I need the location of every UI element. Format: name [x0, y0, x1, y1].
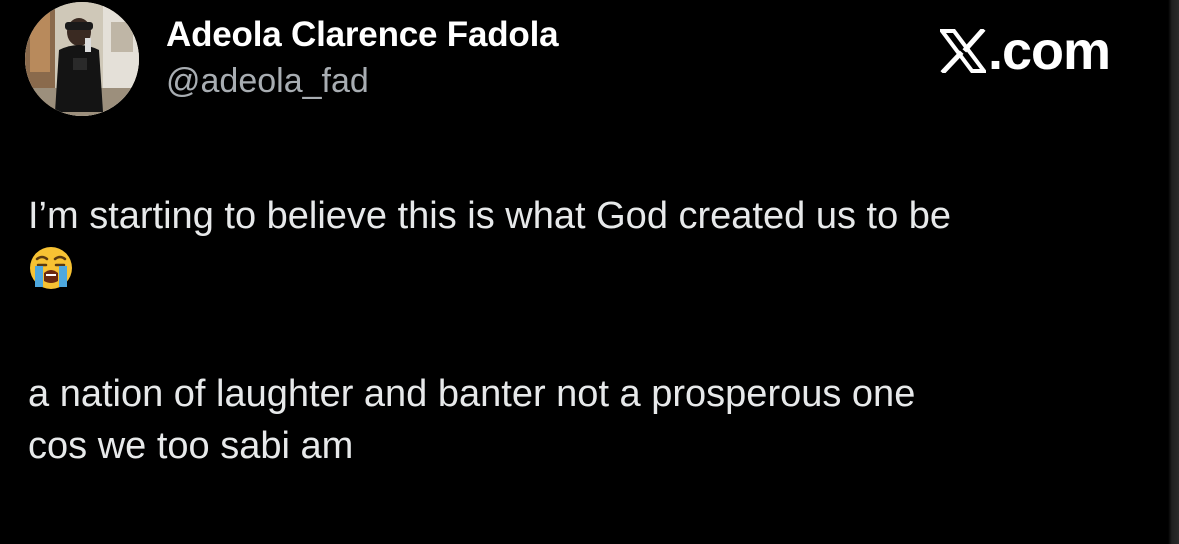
x-logo-icon: [940, 29, 986, 73]
tweet-screenshot: Adeola Clarence Fadola @adeola_fad .com …: [0, 0, 1179, 544]
brand-domain: .com: [988, 21, 1111, 81]
author-info: Adeola Clarence Fadola @adeola_fad: [166, 13, 559, 103]
tweet-line-2: a nation of laughter and banter not a pr…: [28, 373, 916, 415]
tweet-line-1: I’m starting to believe this is what God…: [28, 195, 952, 237]
tweet-body: I’m starting to believe this is what God…: [28, 190, 1148, 472]
loudly-crying-face-icon: [30, 247, 72, 289]
screen-edge: [1161, 0, 1179, 544]
tweet-line-3: cos we too sabi am: [28, 425, 354, 467]
user-handle[interactable]: @adeola_fad: [166, 59, 558, 103]
x-brand: .com: [940, 21, 1111, 81]
avatar-photo: [25, 2, 139, 116]
avatar[interactable]: [25, 2, 139, 116]
tweet-emoji-line: [28, 242, 1148, 294]
display-name[interactable]: Adeola Clarence Fadola: [166, 13, 559, 57]
